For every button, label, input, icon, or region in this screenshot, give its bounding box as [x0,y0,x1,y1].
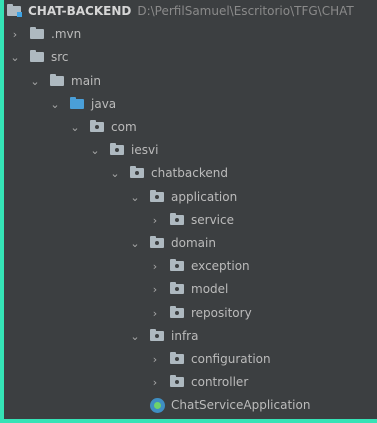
tree-row-com[interactable]: ⌄ com [4,116,377,139]
tree-item-label: com [111,120,137,134]
package-icon [90,120,104,132]
chevron-down-icon[interactable]: ⌄ [10,46,20,69]
package-icon [170,212,184,225]
tree-row-application[interactable]: ⌄ application [4,186,377,209]
package-icon [150,328,164,341]
package-icon [170,352,184,364]
project-tree-panel: CHAT-BACKEND D:\PerfilSamuel\Escritorio\T… [4,0,377,419]
tree-row-src[interactable]: ⌄ src [4,46,377,69]
tree-item-label: service [191,212,234,227]
tree-row-exception[interactable]: › exception [4,255,377,278]
tree-row-chatserviceapplication[interactable]: ChatServiceApplication [4,394,377,417]
tree-item-label: chatbackend [151,166,228,181]
package-icon [150,189,164,202]
tree-row-domain[interactable]: ⌄ domain [4,232,377,255]
chevron-down-icon[interactable]: ⌄ [70,116,80,139]
chevron-right-icon[interactable]: › [150,348,160,371]
chevron-right-icon[interactable]: › [150,371,160,394]
tree-item-label: application [171,189,238,204]
tree-row-service[interactable]: › service [4,209,377,232]
tree-row-configuration[interactable]: › configuration [4,348,377,371]
chevron-right-icon[interactable]: › [150,302,160,325]
package-icon [170,259,184,272]
folder-icon [30,50,44,63]
tree-row--mvn[interactable]: › .mvn [4,23,377,46]
chevron-down-icon[interactable]: ⌄ [50,93,60,116]
tree-item-label: CHAT-BACKEND [28,4,132,18]
package-icon [170,375,184,388]
package-icon [110,143,124,156]
tree-row-iesvi[interactable]: ⌄ iesvi [4,139,377,162]
tree-row-main[interactable]: ⌄ main [4,70,377,93]
tree-row-controller[interactable]: › controller [4,371,377,394]
chevron-right-icon[interactable]: › [150,209,160,232]
tree-row-infra[interactable]: ⌄ infra [4,325,377,348]
tree-row-chat-backend[interactable]: CHAT-BACKEND D:\PerfilSamuel\Escritorio\T… [4,0,377,23]
spring-boot-class-icon [150,398,165,414]
chevron-down-icon[interactable]: ⌄ [130,232,140,255]
tree-item-label: configuration [191,352,271,366]
chevron-right-icon[interactable]: › [150,278,160,301]
tree-item-label: model [191,282,229,297]
chevron-down-icon[interactable]: ⌄ [90,139,100,162]
tree-item-label: java [91,96,117,111]
chevron-down-icon[interactable]: ⌄ [130,186,140,209]
chevron-down-icon[interactable]: ⌄ [110,162,120,185]
source-folder-icon [70,96,84,109]
folder-icon [30,27,44,40]
project-path: D:\PerfilSamuel\Escritorio\TFG\CHAT [137,4,354,18]
tree-row-java[interactable]: ⌄ java [4,93,377,116]
tree-item-label: iesvi [131,143,159,158]
tree-row-chatbackend[interactable]: ⌄ chatbackend [4,162,377,185]
folder-icon [50,73,64,86]
chevron-right-icon[interactable]: › [150,255,160,278]
tree-item-label: ChatServiceApplication [171,398,311,413]
tree-item-label: infra [171,328,199,343]
tree-item-label: main [71,73,101,88]
tree-item-label: domain [171,236,216,250]
chevron-down-icon[interactable]: ⌄ [30,70,40,93]
chevron-right-icon[interactable]: › [10,23,20,46]
package-icon [150,236,164,248]
package-icon [170,305,184,318]
tree-item-label: controller [191,375,249,390]
tree-row-repository[interactable]: › repository [4,302,377,325]
tree-row-model[interactable]: › model [4,278,377,301]
package-icon [130,166,144,179]
tree-item-label: repository [191,305,252,320]
package-icon [170,282,184,295]
module-folder-icon [7,4,22,17]
tree-item-label: src [51,50,69,65]
chevron-down-icon[interactable]: ⌄ [130,325,140,348]
tree-item-label: .mvn [51,27,82,42]
tree-item-label: exception [191,259,250,274]
